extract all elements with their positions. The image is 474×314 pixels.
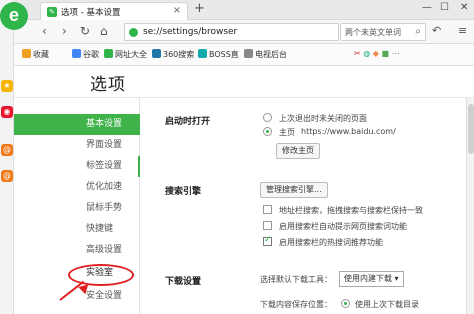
sidebar-item-interface[interactable]: 界面设置 (14, 135, 140, 156)
left-sidebar-strip: ★ ◉ @ @ (0, 0, 14, 314)
startup-homepage-label: 主页 (279, 128, 295, 137)
minimize-button[interactable]: — (422, 2, 432, 13)
home-button[interactable]: ⌂ (100, 24, 108, 38)
tab-title: 选项 - 基本设置 (61, 8, 121, 18)
hot-search-checkbox[interactable] (263, 235, 272, 246)
startup-homepage-radio[interactable] (263, 127, 272, 136)
tab-settings[interactable]: ✎ 选项 - 基本设置 × (40, 2, 188, 20)
bookmark-item[interactable]: 360搜索 (152, 49, 194, 60)
chevron-down-icon: ▾ (394, 274, 399, 283)
sidebar-item-shortcuts[interactable]: 快捷键 (14, 219, 140, 240)
search-engine-label: 搜索引擎 (165, 187, 202, 197)
search-placeholder: 两个未英文单词 (345, 28, 401, 37)
undo-icon[interactable]: ↶ (432, 24, 441, 37)
startup-homepage-url: https://www.baidu.com/ (301, 127, 396, 136)
search-suggest-label: 启用搜索栏自动提示网页搜索词功能 (279, 222, 407, 231)
bookmark-item[interactable]: BOSS直 (198, 49, 239, 60)
sidebar-item-advanced[interactable]: 高级设置 (14, 240, 140, 261)
startup-label: 启动时打开 (165, 117, 211, 127)
scrollbar[interactable] (466, 98, 474, 314)
sidebar-item-basic[interactable]: 基本设置 (14, 114, 140, 135)
new-tab-button[interactable]: + (194, 1, 205, 16)
forward-button[interactable]: › (62, 24, 67, 38)
search-icon[interactable]: ⌕ (415, 26, 421, 37)
download-tool-label: 选择默认下载工具： (260, 275, 332, 284)
close-button[interactable]: ✕ (460, 2, 468, 13)
edit-homepage-button[interactable]: 修改主页 (276, 143, 320, 159)
hot-search-label: 启用搜索栏的热搜词推荐功能 (279, 238, 383, 247)
save-location-value: 使用上次下载目录 (355, 300, 419, 309)
menu-icon[interactable]: ≡ (458, 24, 467, 37)
scrollbar-thumb[interactable] (468, 104, 474, 154)
save-location-radio[interactable] (341, 299, 350, 308)
sidebar-item-tabs[interactable]: 标签设置 (14, 156, 140, 177)
tab-close-icon[interactable]: × (173, 5, 181, 16)
bookmark-item[interactable]: 网址大全 (104, 49, 147, 60)
download-tool-select[interactable]: 使用内建下载 ▾ (339, 271, 404, 287)
sidebar-item-optimize[interactable]: 优化加速 (14, 177, 140, 198)
search-input[interactable]: 两个未英文单词 ⌕ (340, 23, 426, 41)
weibo-icon[interactable]: ◉ (1, 106, 13, 118)
url-text: se://settings/browser (143, 27, 238, 37)
download-label: 下载设置 (165, 277, 202, 287)
secure-site-icon (129, 28, 138, 37)
favorites-star-icon[interactable]: ★ (1, 80, 13, 92)
url-input[interactable]: se://settings/browser (124, 23, 339, 41)
back-button[interactable]: ‹ (42, 24, 47, 38)
tab-bar: ✎ 选项 - 基本设置 × + — ☐ ✕ (14, 0, 474, 20)
settings-tab-icon: ✎ (47, 7, 57, 17)
sidebar-item-security[interactable]: 安全设置 (14, 286, 140, 307)
save-location-label: 下载内容保存位置： (260, 300, 332, 309)
search-sync-label: 地址栏搜索，拖拽搜索与搜索栏保持一致 (279, 206, 423, 215)
bookmarks-bar: 收藏 谷歌 网址大全 360搜索 BOSS直 电视后台 ✂ ◍ ◆ ■ ⋯ (14, 44, 474, 66)
search-suggest-checkbox[interactable] (263, 221, 272, 230)
startup-last-session-radio[interactable] (263, 113, 272, 122)
browser-logo-icon[interactable]: e (0, 2, 28, 30)
startup-last-session-label: 上次退出时未关闭的页面 (279, 114, 367, 123)
settings-content: 启动时打开 上次退出时未关闭的页面 主页 https://www.baidu.c… (141, 98, 474, 314)
sidebar-item-mouse-gesture[interactable]: 鼠标手势 (14, 198, 140, 219)
restore-button[interactable]: ☐ (440, 2, 449, 13)
bookmark-item[interactable]: 电视后台 (244, 49, 287, 60)
mail-alt-icon[interactable]: @ (1, 170, 13, 182)
manage-search-engine-button[interactable]: 管理搜索引擎... (260, 182, 328, 198)
refresh-button[interactable]: ↻ (80, 24, 90, 38)
search-sync-checkbox[interactable] (263, 205, 272, 214)
highlight-oval (68, 264, 134, 286)
mail-icon[interactable]: @ (1, 144, 13, 156)
extension-icons[interactable]: ✂ ◍ ◆ ■ ⋯ (354, 49, 400, 58)
bookmark-item[interactable]: 收藏 (22, 49, 49, 60)
address-toolbar: ‹ › ↻ ⌂ se://settings/browser 两个未英文单词 ⌕ … (14, 20, 474, 44)
bookmark-item[interactable]: 谷歌 (72, 49, 99, 60)
page-title: 选项 (90, 75, 126, 95)
